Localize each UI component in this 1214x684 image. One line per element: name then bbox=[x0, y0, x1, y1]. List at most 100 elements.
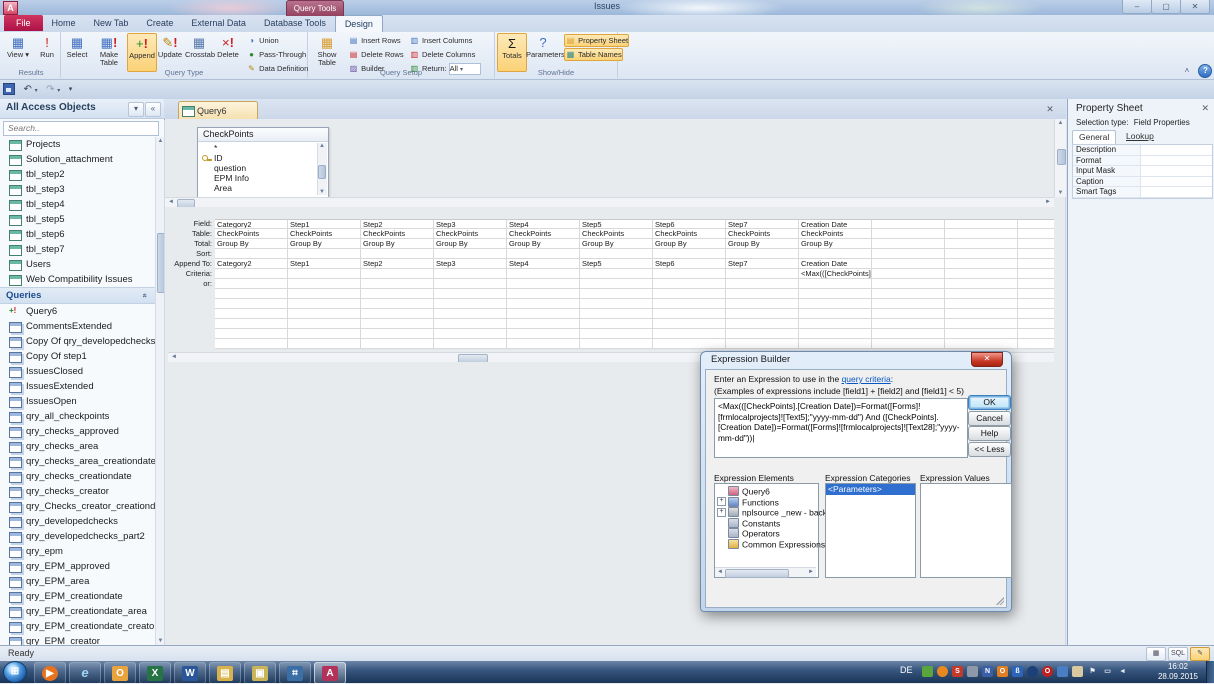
grid-cell-empty-11[interactable] bbox=[1018, 289, 1054, 299]
grid-cell-empty-2[interactable] bbox=[361, 319, 434, 329]
tray-shield-icon[interactable] bbox=[922, 666, 933, 677]
grid-cell-empty-0[interactable] bbox=[215, 329, 288, 339]
grid-cell-empty-0[interactable] bbox=[215, 339, 288, 349]
minimize-ribbon-icon[interactable]: ˄ bbox=[1180, 66, 1194, 75]
grid-cell-sort-6[interactable] bbox=[653, 249, 726, 259]
grid-cell-empty-8[interactable] bbox=[799, 299, 872, 309]
grid-cell-total-1[interactable]: Group By bbox=[288, 239, 361, 249]
grid-cell-criteria-5[interactable] bbox=[580, 269, 653, 279]
grid-cell-or-0[interactable] bbox=[215, 279, 288, 289]
show-table-button[interactable]: ▦Show Table bbox=[310, 33, 344, 70]
tray-o-icon[interactable]: O bbox=[997, 666, 1008, 677]
grid-cell-empty-7[interactable] bbox=[726, 319, 799, 329]
view-button[interactable]: ▦View ▾ bbox=[4, 33, 32, 70]
grid-cell-empty-2[interactable] bbox=[361, 329, 434, 339]
grid-cell-sort-3[interactable] bbox=[434, 249, 507, 259]
grid-cell-empty-8[interactable] bbox=[799, 339, 872, 349]
grid-cell-empty-7[interactable] bbox=[726, 299, 799, 309]
expression-categories-box[interactable]: <Parameters> bbox=[825, 483, 916, 578]
outlook-taskbar-button[interactable]: O bbox=[104, 662, 136, 684]
delete-button[interactable]: ×!Delete bbox=[214, 33, 242, 70]
tree-item-operators[interactable]: Operators bbox=[717, 528, 818, 539]
grid-cell-empty-0[interactable] bbox=[215, 309, 288, 319]
grid-cell-empty-9[interactable] bbox=[872, 299, 945, 309]
network-tool-taskbar-button[interactable]: ⌗ bbox=[279, 662, 311, 684]
grid-cell-criteria-11[interactable] bbox=[1018, 269, 1054, 279]
save-button[interactable] bbox=[3, 82, 15, 97]
grid-cell-field-6[interactable]: Step6 bbox=[653, 219, 726, 229]
grid-cell-empty-3[interactable] bbox=[434, 329, 507, 339]
grid-hscroll-left-icon[interactable]: ◄ bbox=[169, 353, 179, 362]
grid-cell-empty-1[interactable] bbox=[288, 329, 361, 339]
tray-beige-icon[interactable] bbox=[1072, 666, 1083, 677]
grid-cell-criteria-2[interactable] bbox=[361, 269, 434, 279]
grid-cell-empty-2[interactable] bbox=[361, 289, 434, 299]
grid-cell-criteria-6[interactable] bbox=[653, 269, 726, 279]
datasheet-view-button[interactable]: ▦ bbox=[1146, 647, 1166, 661]
elements-hscroll-thumb[interactable] bbox=[725, 569, 789, 578]
grid-cell-empty-5[interactable] bbox=[580, 319, 653, 329]
grid-cell-or-6[interactable] bbox=[653, 279, 726, 289]
grid-cell-sort-2[interactable] bbox=[361, 249, 434, 259]
nav-table-tbl-step4[interactable]: tbl_step4 bbox=[0, 197, 155, 212]
grid-cell-empty-11[interactable] bbox=[1018, 309, 1054, 319]
grid-cell-or-1[interactable] bbox=[288, 279, 361, 289]
nav-table-projects[interactable]: Projects bbox=[0, 137, 155, 152]
property-value[interactable] bbox=[1141, 156, 1212, 166]
field-list-scrollbar[interactable]: ▲ ▼ bbox=[317, 143, 327, 195]
tab-home[interactable]: Home bbox=[43, 15, 85, 31]
grid-cell-table-2[interactable]: CheckPoints bbox=[361, 229, 434, 239]
grid-cell-empty-0[interactable] bbox=[215, 289, 288, 299]
grid-cell-or-10[interactable] bbox=[945, 279, 1018, 289]
grid-cell-sort-10[interactable] bbox=[945, 249, 1018, 259]
document-tab-query6[interactable]: Query6 bbox=[178, 101, 258, 120]
tray-s-icon[interactable]: S bbox=[952, 666, 963, 677]
tray-bluetooth-icon[interactable]: ß bbox=[1012, 666, 1023, 677]
grid-cell-criteria-1[interactable] bbox=[288, 269, 361, 279]
diagram-vscrollbar[interactable]: ▲ ▼ bbox=[1054, 119, 1066, 197]
nav-query-copy-of-qry-developedchecks1[interactable]: Copy Of qry_developedchecks1 bbox=[0, 334, 155, 349]
tree-item-common-expressions[interactable]: Common Expressions bbox=[717, 539, 818, 550]
nav-table-tbl-step6[interactable]: tbl_step6 bbox=[0, 227, 155, 242]
grid-cell-total-3[interactable]: Group By bbox=[434, 239, 507, 249]
nav-query-issuesopen[interactable]: IssuesOpen bbox=[0, 394, 155, 409]
grid-cell-empty-7[interactable] bbox=[726, 309, 799, 319]
category-parameters[interactable]: <Parameters> bbox=[826, 484, 915, 495]
grid-cell-empty-6[interactable] bbox=[653, 329, 726, 339]
grid-cell-field-4[interactable]: Step4 bbox=[507, 219, 580, 229]
grid-cell-table-8[interactable]: CheckPoints bbox=[799, 229, 872, 239]
internet-explorer-taskbar-button[interactable]: e bbox=[69, 662, 101, 684]
taskbar-clock[interactable]: 16:02 28.09.2015 bbox=[1152, 662, 1204, 682]
grid-cell-total-4[interactable]: Group By bbox=[507, 239, 580, 249]
grid-cell-or-9[interactable] bbox=[872, 279, 945, 289]
redo-dropdown-icon[interactable]: ▾ bbox=[57, 88, 60, 94]
help-icon[interactable]: ? bbox=[1198, 64, 1212, 78]
nav-table-tbl-step2[interactable]: tbl_step2 bbox=[0, 167, 155, 182]
tab-design[interactable]: Design bbox=[335, 15, 383, 32]
grid-cell-criteria-9[interactable] bbox=[872, 269, 945, 279]
access-taskbar-button[interactable]: A bbox=[314, 662, 346, 684]
tab-new-tab[interactable]: New Tab bbox=[85, 15, 138, 31]
tab-file[interactable]: File bbox=[4, 15, 43, 31]
pass-through-button[interactable]: ● Pass-Through bbox=[246, 48, 306, 61]
grid-cell-total-9[interactable] bbox=[872, 239, 945, 249]
nav-query-qry-epm-creationdate[interactable]: qry_EPM_creationdate bbox=[0, 589, 155, 604]
grid-cell-empty-10[interactable] bbox=[945, 309, 1018, 319]
grid-cell-total-0[interactable]: Group By bbox=[215, 239, 288, 249]
grid-cell-empty-5[interactable] bbox=[580, 289, 653, 299]
union-button[interactable]: ◑ Union bbox=[246, 34, 279, 47]
tray-orange-dot-icon[interactable] bbox=[937, 666, 948, 677]
grid-cell-empty-3[interactable] bbox=[434, 289, 507, 299]
grid-cell-empty-1[interactable] bbox=[288, 289, 361, 299]
diagram-vscroll-thumb[interactable] bbox=[1057, 149, 1066, 165]
property-value[interactable] bbox=[1141, 166, 1212, 176]
diagram-hscroll-left-icon[interactable]: ◄ bbox=[166, 198, 176, 207]
grid-cell-criteria-0[interactable] bbox=[215, 269, 288, 279]
grid-cell-empty-2[interactable] bbox=[361, 299, 434, 309]
nav-section-queries[interactable]: Queries« bbox=[0, 287, 155, 304]
grid-cell-empty-1[interactable] bbox=[288, 339, 361, 349]
grid-cell-sort-7[interactable] bbox=[726, 249, 799, 259]
grid-cell-criteria-4[interactable] bbox=[507, 269, 580, 279]
grid-cell-empty-0[interactable] bbox=[215, 319, 288, 329]
table-names-button[interactable]: ▦ Table Names bbox=[564, 48, 623, 61]
